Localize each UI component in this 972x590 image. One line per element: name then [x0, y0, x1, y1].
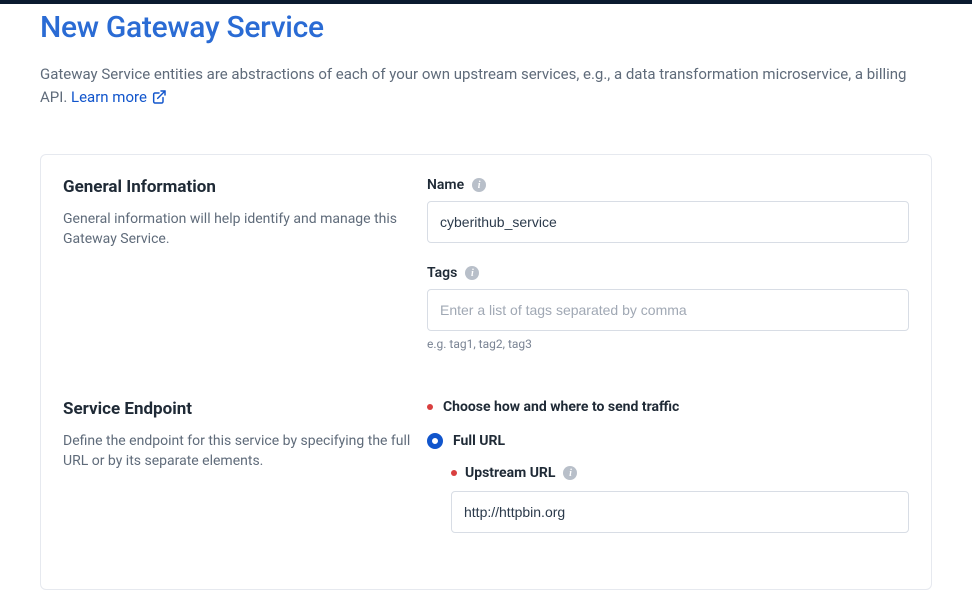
external-link-icon	[151, 89, 167, 105]
learn-more-label: Learn more	[71, 86, 147, 109]
tags-helper: e.g. tag1, tag2, tag3	[427, 337, 909, 351]
full-url-radio-label: Full URL	[453, 433, 505, 449]
section-gap	[63, 351, 909, 399]
info-icon[interactable]: i	[465, 266, 479, 280]
general-info-right: Name i Tags i e.g. tag1, tag2, tag3	[427, 177, 909, 351]
endpoint-right: Choose how and where to send traffic Ful…	[427, 399, 909, 533]
page-subtitle: Gateway Service entities are abstraction…	[40, 63, 932, 108]
tags-input[interactable]	[427, 289, 909, 331]
tags-label: Tags	[427, 265, 457, 281]
general-info-desc: General information will help identify a…	[63, 209, 419, 250]
required-indicator-icon	[427, 404, 433, 410]
learn-more-link[interactable]: Learn more	[71, 86, 167, 109]
name-label-row: Name i	[427, 177, 909, 193]
page-title: New Gateway Service	[40, 10, 932, 45]
upstream-url-input[interactable]	[451, 491, 909, 533]
name-label: Name	[427, 177, 464, 193]
endpoint-left: Service Endpoint Define the endpoint for…	[63, 399, 419, 533]
tags-field-block: Tags i e.g. tag1, tag2, tag3	[427, 265, 909, 351]
endpoint-heading: Service Endpoint	[63, 399, 419, 419]
traffic-prompt-row: Choose how and where to send traffic	[427, 399, 909, 415]
general-info-left: General Information General information …	[63, 177, 419, 351]
endpoint-section: Service Endpoint Define the endpoint for…	[63, 399, 909, 533]
general-info-heading: General Information	[63, 177, 419, 197]
endpoint-desc: Define the endpoint for this service by …	[63, 431, 419, 472]
general-info-section: General Information General information …	[63, 177, 909, 351]
form-card: General Information General information …	[40, 154, 932, 590]
full-url-radio-row[interactable]: Full URL	[427, 433, 909, 449]
upstream-label-row: Upstream URL i	[451, 465, 909, 481]
info-icon[interactable]: i	[472, 178, 486, 192]
subtitle-text: Gateway Service entities are abstraction…	[40, 65, 906, 106]
page-content: New Gateway Service Gateway Service enti…	[0, 4, 972, 590]
required-indicator-icon	[451, 470, 457, 476]
full-url-radio[interactable]	[427, 433, 443, 449]
traffic-prompt-label: Choose how and where to send traffic	[443, 399, 679, 415]
name-input[interactable]	[427, 201, 909, 243]
info-icon[interactable]: i	[563, 466, 577, 480]
upstream-nested: Upstream URL i	[427, 465, 909, 533]
upstream-label: Upstream URL	[465, 465, 555, 481]
name-field-block: Name i	[427, 177, 909, 243]
tags-label-row: Tags i	[427, 265, 909, 281]
